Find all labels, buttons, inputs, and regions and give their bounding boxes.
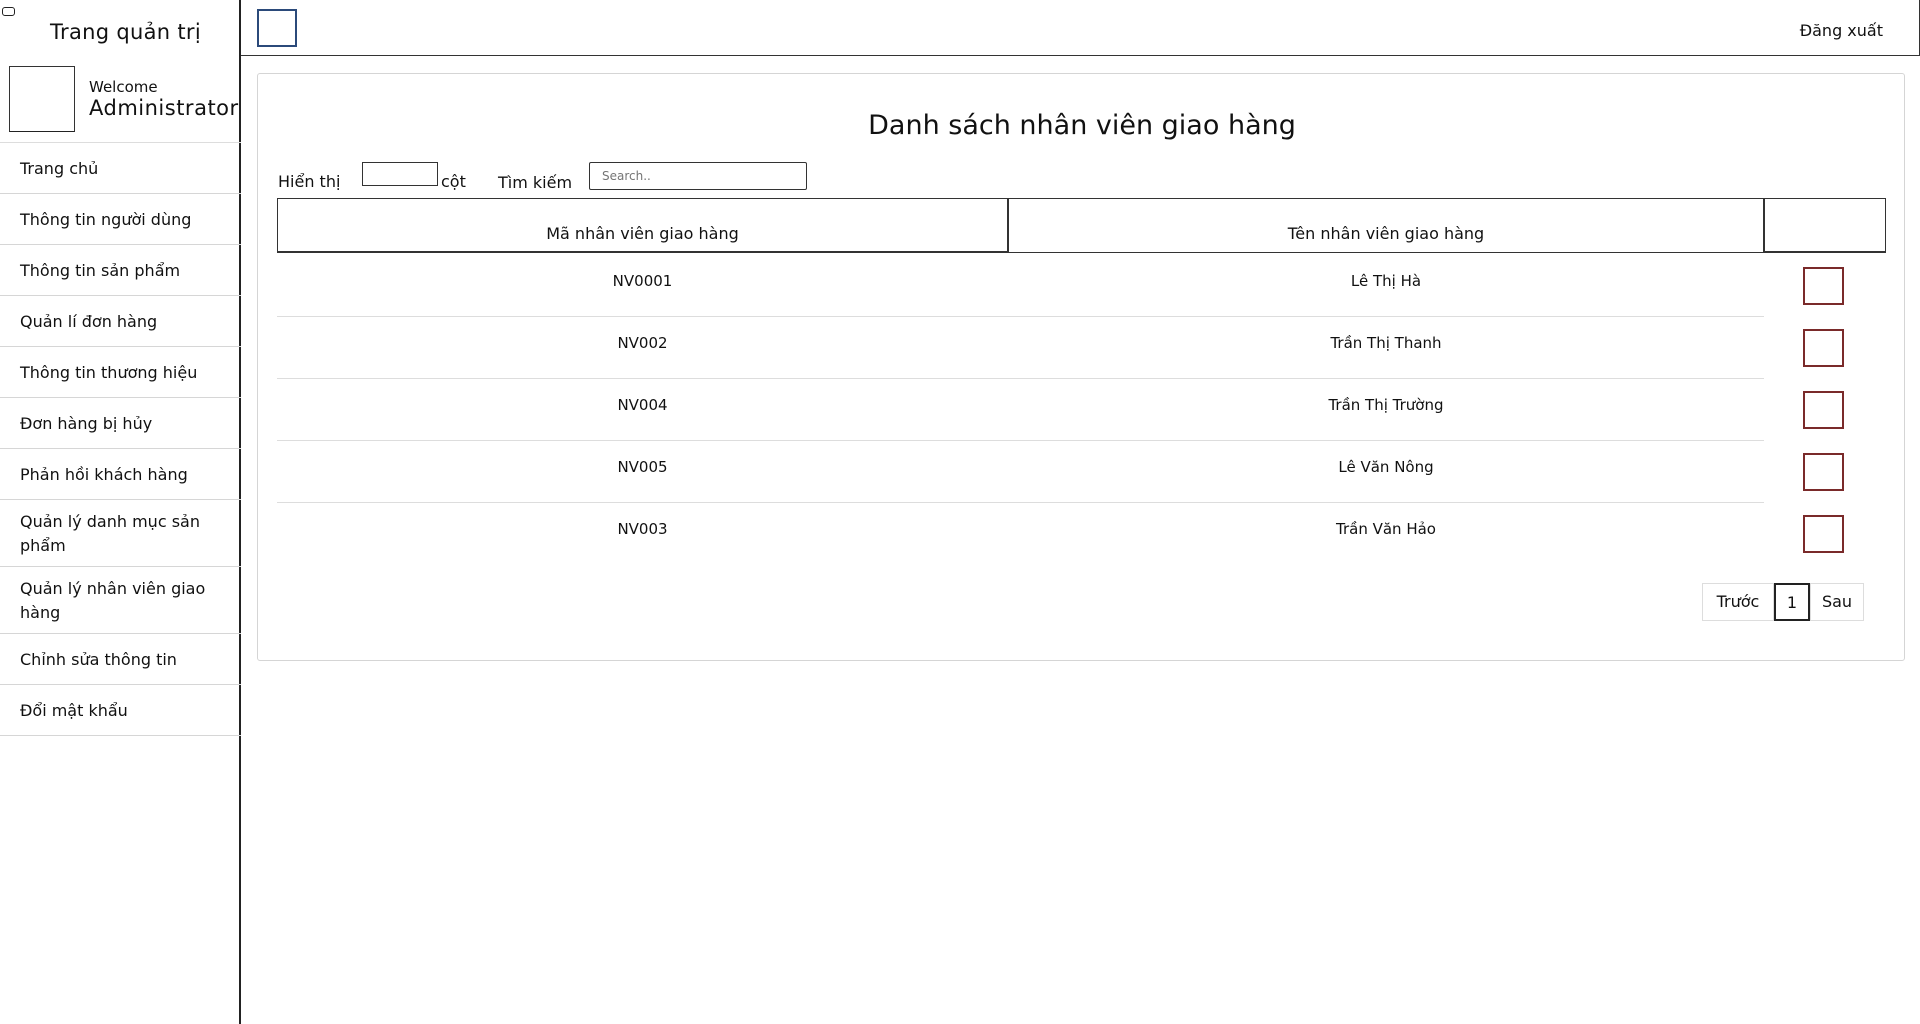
row-action-checkbox[interactable] [1803, 391, 1844, 429]
column-header-id[interactable]: Mã nhân viên giao hàng [277, 198, 1008, 253]
sidebar-item-product-info[interactable]: Thông tin sản phẩm [0, 245, 241, 296]
table-row: NV004 Trần Thị Trường [277, 379, 1844, 441]
column-header-name[interactable]: Tên nhân viên giao hàng [1008, 198, 1764, 253]
sidebar-item-category-management[interactable]: Quản lý danh mục sản phẩm [0, 500, 241, 567]
table-controls: Hiển thị cột Tìm kiếm [278, 162, 838, 194]
sidebar-item-customer-feedback[interactable]: Phản hồi khách hàng [0, 449, 241, 500]
shipper-name-cell: Lê Thị Hà [1350, 272, 1422, 290]
content-panel: Danh sách nhân viên giao hàng Hiển thị c… [257, 73, 1905, 661]
table-row: NV003 Trần Văn Hảo [277, 503, 1844, 565]
pagination-next-button[interactable]: Sau [1810, 583, 1864, 621]
menu-toggle-button[interactable] [257, 9, 297, 47]
show-entries-input[interactable] [362, 162, 438, 186]
sidebar-item-order-management[interactable]: Quản lí đơn hàng [0, 296, 241, 347]
welcome-text: Welcome [89, 78, 158, 96]
search-input[interactable] [589, 162, 807, 190]
sidebar-item-brand-info[interactable]: Thông tin thương hiệu [0, 347, 241, 398]
shipper-id-cell: NV002 [617, 334, 668, 352]
brand: Trang quản trị [0, 0, 241, 60]
sidebar-item-shipper-management[interactable]: Quản lý nhân viên giao hàng [0, 567, 241, 634]
row-action-checkbox[interactable] [1803, 329, 1844, 367]
shipper-id-cell: NV004 [617, 396, 668, 414]
search-label: Tìm kiếm [498, 173, 573, 192]
user-profile: Welcome Administrator [0, 62, 241, 142]
shipper-name-cell: Trần Thị Trường [1328, 396, 1444, 414]
shipper-id-cell: NV003 [617, 520, 668, 538]
sidebar-item-user-info[interactable]: Thông tin người dùng [0, 194, 241, 245]
top-bar: Đăng xuất [241, 0, 1920, 56]
shipper-name-cell: Lê Văn Nông [1338, 458, 1434, 476]
sidebar-menu: Trang chủ Thông tin người dùng Thông tin… [0, 142, 241, 736]
sidebar-item-edit-profile[interactable]: Chỉnh sửa thông tin [0, 634, 241, 685]
page-title: Danh sách nhân viên giao hàng [868, 110, 1296, 141]
shipper-name-cell: Trần Văn Hảo [1336, 520, 1436, 538]
shipper-id-cell: NV005 [617, 458, 668, 476]
avatar [9, 66, 75, 132]
table-header: Mã nhân viên giao hàng Tên nhân viên gia… [277, 198, 1886, 253]
sidebar-item-home[interactable]: Trang chủ [0, 143, 241, 194]
show-entries-label: Hiển thị [278, 172, 341, 191]
row-action-checkbox[interactable] [1803, 267, 1844, 305]
table-row: NV0001 Lê Thị Hà [277, 255, 1844, 317]
brand-title[interactable]: Trang quản trị [50, 20, 201, 44]
row-action-checkbox[interactable] [1803, 453, 1844, 491]
logout-link[interactable]: Đăng xuất [1800, 21, 1883, 40]
admin-name: Administrator [89, 96, 239, 120]
pagination-prev-button[interactable]: Trước [1702, 583, 1774, 621]
pagination: Trước 1 Sau [1702, 583, 1864, 621]
pagination-page-button[interactable]: 1 [1774, 583, 1810, 621]
column-header-actions [1764, 198, 1886, 253]
shipper-name-cell: Trần Thị Thanh [1330, 334, 1442, 352]
sidebar-item-cancelled-orders[interactable]: Đơn hàng bị hủy [0, 398, 241, 449]
table-body: NV0001 Lê Thị Hà NV002 Trần Thị Thanh NV… [277, 255, 1886, 565]
brand-corner-icon [2, 7, 15, 16]
show-entries-suffix: cột [441, 172, 466, 191]
table-row: NV002 Trần Thị Thanh [277, 317, 1844, 379]
table-row: NV005 Lê Văn Nông [277, 441, 1844, 503]
sidebar: Trang quản trị Welcome Administrator Tra… [0, 0, 241, 1024]
shipper-id-cell: NV0001 [612, 272, 673, 290]
sidebar-item-change-password[interactable]: Đổi mật khẩu [0, 685, 241, 736]
row-action-checkbox[interactable] [1803, 515, 1844, 553]
